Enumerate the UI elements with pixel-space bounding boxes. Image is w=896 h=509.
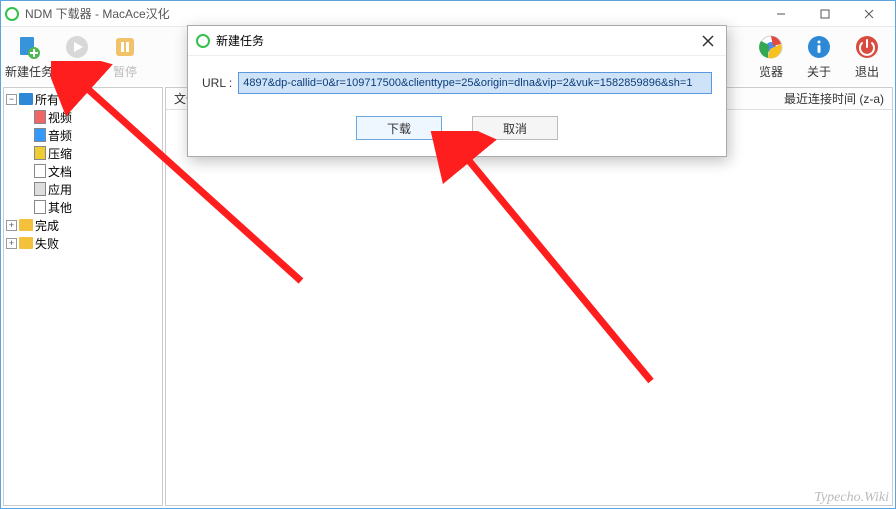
tree-label: 视频 xyxy=(48,109,72,126)
toolbar-label: 暂停 xyxy=(113,63,137,80)
browser-button[interactable]: 览器 xyxy=(747,29,795,83)
info-icon xyxy=(805,33,833,61)
new-task-button[interactable]: 新建任务 xyxy=(5,29,53,83)
folder-icon xyxy=(19,237,33,249)
audio-icon xyxy=(34,128,46,142)
window-title: NDM 下载器 - MacAce汉化 xyxy=(25,5,759,22)
tree-label: 音频 xyxy=(48,127,72,144)
app-icon xyxy=(34,182,46,196)
watermark: Typecho.Wiki xyxy=(814,490,889,506)
window-controls xyxy=(759,1,891,26)
tree-document[interactable]: 文档 xyxy=(6,162,160,180)
resume-button[interactable]: 恢复 xyxy=(53,29,101,83)
tree-label: 失败 xyxy=(35,235,59,252)
close-button[interactable] xyxy=(847,1,891,26)
toolbar-label: 恢复 xyxy=(65,63,89,80)
tree-label: 文档 xyxy=(48,163,72,180)
tree-label: 所有 xyxy=(35,91,59,108)
tree-video[interactable]: 视频 xyxy=(6,108,160,126)
tree-label: 其他 xyxy=(48,199,72,216)
tree-label: 应用 xyxy=(48,181,72,198)
button-label: 下载 xyxy=(387,120,411,137)
dialog-logo-icon xyxy=(196,34,210,48)
download-button[interactable]: 下载 xyxy=(356,116,442,140)
sidebar-tree[interactable]: − 所有 视频 音频 压缩 文档 应用 其他 + 完成 + 失败 xyxy=(3,87,163,506)
button-label: 取消 xyxy=(503,120,527,137)
exit-button[interactable]: 退出 xyxy=(843,29,891,83)
video-icon xyxy=(34,110,46,124)
new-task-icon xyxy=(15,33,43,61)
folder-icon xyxy=(19,93,33,105)
url-row: URL : xyxy=(202,72,712,94)
toolbar-label: 新建任务 xyxy=(5,63,53,80)
dialog-buttons: 下载 取消 xyxy=(202,116,712,140)
url-label: URL : xyxy=(202,76,232,90)
collapse-icon[interactable]: − xyxy=(6,94,17,105)
app-logo-icon xyxy=(5,7,19,21)
pause-button[interactable]: 暂停 xyxy=(101,29,149,83)
maximize-button[interactable] xyxy=(803,1,847,26)
expand-icon[interactable]: + xyxy=(6,238,17,249)
tree-failed[interactable]: + 失败 xyxy=(6,234,160,252)
other-icon xyxy=(34,200,46,214)
new-task-dialog: 新建任务 URL : 下载 取消 xyxy=(187,25,727,157)
archive-icon xyxy=(34,146,46,160)
folder-icon xyxy=(19,219,33,231)
play-icon xyxy=(63,33,91,61)
about-button[interactable]: 关于 xyxy=(795,29,843,83)
pause-icon xyxy=(111,33,139,61)
dialog-titlebar: 新建任务 xyxy=(188,26,726,56)
tree-label: 完成 xyxy=(35,217,59,234)
tree-done[interactable]: + 完成 xyxy=(6,216,160,234)
tree-other[interactable]: 其他 xyxy=(6,198,160,216)
cancel-button[interactable]: 取消 xyxy=(472,116,558,140)
minimize-button[interactable] xyxy=(759,1,803,26)
power-icon xyxy=(853,33,881,61)
browser-icon xyxy=(757,33,785,61)
tree-all[interactable]: − 所有 xyxy=(6,90,160,108)
toolbar-label: 退出 xyxy=(855,63,879,80)
toolbar-label: 关于 xyxy=(807,63,831,80)
tree-archive[interactable]: 压缩 xyxy=(6,144,160,162)
toolbar-label: 览器 xyxy=(759,63,783,80)
tree-audio[interactable]: 音频 xyxy=(6,126,160,144)
tree-app[interactable]: 应用 xyxy=(6,180,160,198)
dialog-title: 新建任务 xyxy=(216,32,264,49)
titlebar: NDM 下载器 - MacAce汉化 xyxy=(1,1,895,27)
expand-icon[interactable]: + xyxy=(6,220,17,231)
dialog-body: URL : 下载 取消 xyxy=(188,56,726,156)
document-icon xyxy=(34,164,46,178)
url-input[interactable] xyxy=(238,72,712,94)
dialog-close-button[interactable] xyxy=(698,31,718,51)
tree-label: 压缩 xyxy=(48,145,72,162)
col-time[interactable]: 最近连接时间 (z-a) xyxy=(784,90,884,107)
